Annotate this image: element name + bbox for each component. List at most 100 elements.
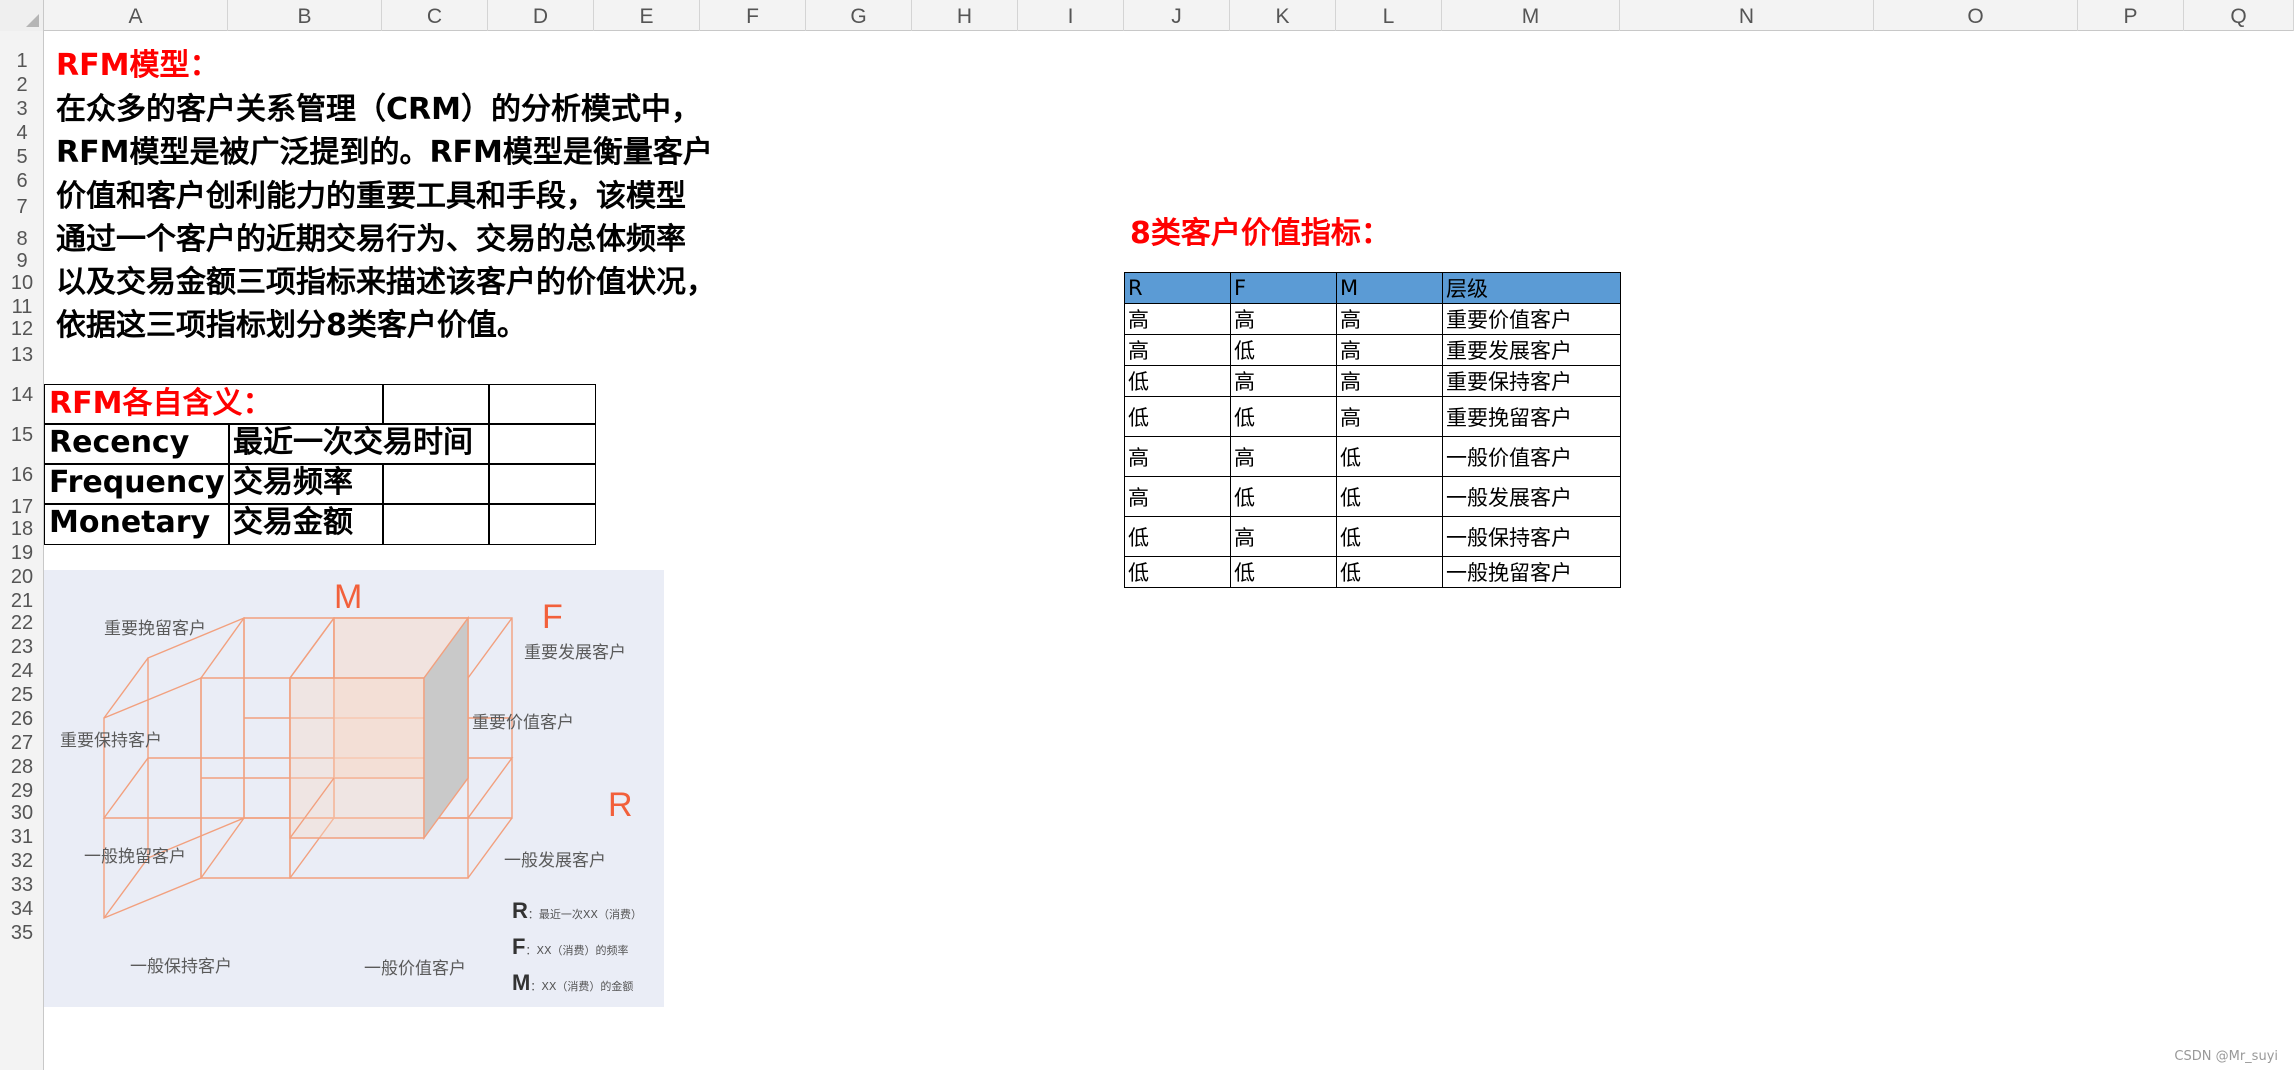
row-header-23[interactable]: 23 [0,636,44,659]
select-all-corner[interactable] [0,0,44,31]
header-f[interactable]: F [1230,272,1337,304]
rfm-cube-diagram[interactable]: M F R 重要挽留客户 重要发展客户 重要保持客户 重要价值客户 一般挽留客户… [44,570,664,1007]
cell-r[interactable]: 低 [1124,516,1231,557]
row-header-29[interactable]: 29 [0,780,44,803]
row-header-7[interactable]: 7 [0,196,44,219]
column-header-h[interactable]: H [912,0,1018,31]
row-header-33[interactable]: 33 [0,874,44,897]
cell-level[interactable]: 重要价值客户 [1442,303,1621,335]
row-header-26[interactable]: 26 [0,708,44,731]
meaning-term[interactable]: Monetary [44,503,230,545]
cell-f[interactable]: 低 [1230,556,1337,588]
row-header-4[interactable]: 4 [0,122,44,145]
header-r[interactable]: R [1124,272,1231,304]
row-header-1[interactable]: 1 [0,50,44,73]
cell-m[interactable]: 低 [1336,516,1443,557]
row-header-16[interactable]: 16 [0,464,44,487]
cell-f[interactable]: 高 [1230,436,1337,477]
column-header-k[interactable]: K [1230,0,1336,31]
meaning-table-title[interactable]: RFM各自含义： [44,384,384,425]
cell-r[interactable]: 高 [1124,334,1231,366]
column-header-i[interactable]: I [1018,0,1124,31]
row-header-14[interactable]: 14 [0,384,44,407]
column-header-e[interactable]: E [594,0,700,31]
meaning-term[interactable]: Frequency [44,463,230,505]
header-level[interactable]: 层级 [1442,272,1621,304]
row-header-15[interactable]: 15 [0,424,44,447]
row-header-18[interactable]: 18 [0,518,44,541]
column-header-b[interactable]: B [228,0,382,31]
row-header-8[interactable]: 8 [0,228,44,251]
cell-m[interactable]: 高 [1336,334,1443,366]
cell-level[interactable]: 重要发展客户 [1442,334,1621,366]
meaning-desc[interactable]: 交易频率 [228,463,384,505]
cell-r[interactable]: 高 [1124,436,1231,477]
cell-m[interactable]: 低 [1336,436,1443,477]
row-header-10[interactable]: 10 [0,272,44,295]
row-header-5[interactable]: 5 [0,146,44,169]
cell-r[interactable]: 低 [1124,556,1231,588]
meaning-table-cell[interactable] [382,384,490,425]
row-header-19[interactable]: 19 [0,542,44,565]
cell-level[interactable]: 一般发展客户 [1442,476,1621,517]
meaning-desc[interactable]: 最近一次交易时间 [228,423,490,465]
column-header-m[interactable]: M [1442,0,1620,31]
row-header-25[interactable]: 25 [0,684,44,707]
row-header-28[interactable]: 28 [0,756,44,779]
row-header-17[interactable]: 17 [0,496,44,519]
row-header-22[interactable]: 22 [0,612,44,635]
header-m[interactable]: M [1336,272,1443,304]
cell-r[interactable]: 低 [1124,365,1231,397]
column-header-l[interactable]: L [1336,0,1442,31]
cell-f[interactable]: 低 [1230,476,1337,517]
meaning-table-cell[interactable] [382,463,490,505]
cell-r[interactable]: 高 [1124,303,1231,335]
column-header-f[interactable]: F [700,0,806,31]
row-header-32[interactable]: 32 [0,850,44,873]
meaning-desc[interactable]: 交易金额 [228,503,384,545]
meaning-table-cell[interactable] [488,423,596,465]
cell-m[interactable]: 低 [1336,476,1443,517]
column-header-p[interactable]: P [2078,0,2184,31]
column-header-o[interactable]: O [1874,0,2078,31]
row-header-9[interactable]: 9 [0,250,44,273]
row-header-27[interactable]: 27 [0,732,44,755]
meaning-table-cell[interactable] [488,463,596,505]
cell-m[interactable]: 高 [1336,303,1443,335]
cell-f[interactable]: 低 [1230,334,1337,366]
row-header-34[interactable]: 34 [0,898,44,921]
cell-level[interactable]: 重要挽留客户 [1442,396,1621,437]
column-header-j[interactable]: J [1124,0,1230,31]
cell-r[interactable]: 低 [1124,396,1231,437]
meaning-table-cell[interactable] [382,503,490,545]
row-header-13[interactable]: 13 [0,344,44,367]
row-header-11[interactable]: 11 [0,296,44,319]
column-header-n[interactable]: N [1620,0,1874,31]
row-header-21[interactable]: 21 [0,590,44,613]
cell-m[interactable]: 高 [1336,396,1443,437]
cell-m[interactable]: 低 [1336,556,1443,588]
cell-m[interactable]: 高 [1336,365,1443,397]
row-header-35[interactable]: 35 [0,922,44,945]
cell-level[interactable]: 重要保持客户 [1442,365,1621,397]
row-header-30[interactable]: 30 [0,802,44,825]
value-table-title[interactable]: 8类客户价值指标： [1130,208,1391,252]
row-header-2[interactable]: 2 [0,74,44,97]
row-header-31[interactable]: 31 [0,826,44,849]
column-header-a[interactable]: A [44,0,228,31]
cell-f[interactable]: 高 [1230,365,1337,397]
meaning-table-cell[interactable] [488,384,596,425]
cell-f[interactable]: 高 [1230,303,1337,335]
cell-f[interactable]: 低 [1230,396,1337,437]
cell-r[interactable]: 高 [1124,476,1231,517]
row-header-12[interactable]: 12 [0,318,44,341]
row-header-6[interactable]: 6 [0,170,44,193]
cell-level[interactable]: 一般保持客户 [1442,516,1621,557]
column-header-q[interactable]: Q [2184,0,2294,31]
column-header-g[interactable]: G [806,0,912,31]
cell-level[interactable]: 一般挽留客户 [1442,556,1621,588]
row-header-3[interactable]: 3 [0,98,44,121]
meaning-term[interactable]: Recency [44,423,230,465]
row-header-24[interactable]: 24 [0,660,44,683]
cell-f[interactable]: 高 [1230,516,1337,557]
